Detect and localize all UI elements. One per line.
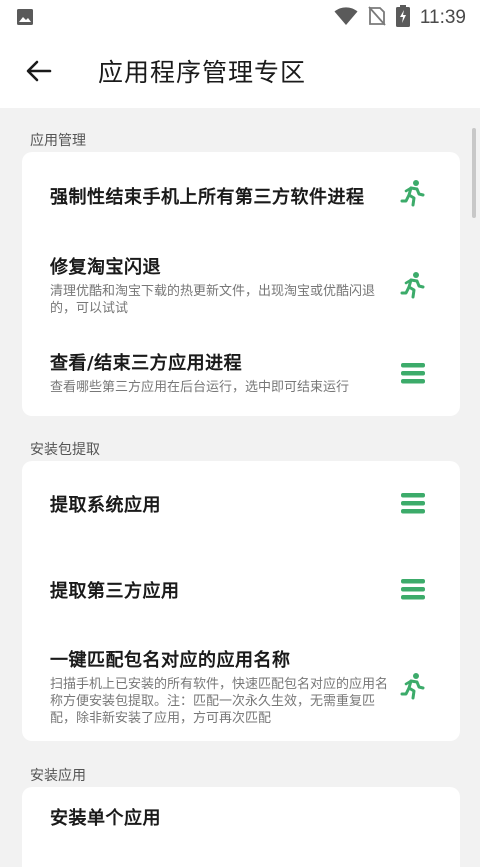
card-package-extract: 提取系统应用 提取第三方应用 一键匹配包名对应的应用名称 扫描手机上已安装的所有…: [22, 461, 460, 741]
wifi-icon: [334, 6, 358, 30]
item-description: 查看哪些第三方应用在后台运行，选中即可结束运行: [50, 380, 350, 395]
card-install-apps: 安装单个应用: [22, 787, 460, 867]
menu-icon[interactable]: [398, 488, 428, 518]
back-button[interactable]: [22, 54, 56, 88]
item-description: 清理优酷和淘宝下载的热更新文件，出现淘宝或优酷闪退的，可以试试: [50, 284, 376, 316]
item-title: 安装单个应用: [50, 808, 161, 829]
list-item-extract-system-apps[interactable]: 提取系统应用: [22, 461, 460, 547]
scrollbar[interactable]: [472, 128, 476, 218]
item-title: 一键匹配包名对应的应用名称: [50, 650, 291, 671]
status-bar: 11:39: [0, 0, 480, 36]
item-title: 提取系统应用: [50, 495, 161, 516]
list-item-install-single-app[interactable]: 安装单个应用: [22, 787, 460, 853]
menu-icon[interactable]: [398, 358, 428, 388]
arrow-left-icon: [26, 60, 52, 82]
battery-charging-icon: [395, 5, 410, 31]
no-sim-icon: [368, 6, 386, 30]
item-title: 强制性结束手机上所有第三方软件进程: [50, 187, 365, 208]
status-icons: 11:39: [334, 5, 466, 31]
card-app-management: 强制性结束手机上所有第三方软件进程 修复淘宝闪退 清理优酷和淘宝下载的热更新文件…: [22, 152, 460, 416]
menu-icon[interactable]: [398, 574, 428, 604]
item-title: 提取第三方应用: [50, 581, 180, 602]
item-title: 修复淘宝闪退: [50, 257, 161, 278]
section-header-package-extract: 安装包提取: [30, 442, 100, 458]
run-icon[interactable]: [398, 270, 428, 300]
list-item-extract-third-party-apps[interactable]: 提取第三方应用: [22, 547, 460, 633]
item-description: 扫描手机上已安装的所有软件，快速匹配包名对应的应用名称方便安装包提取。注：匹配一…: [50, 677, 389, 726]
item-title: 查看/结束三方应用进程: [50, 353, 243, 374]
list-item-view-processes[interactable]: 查看/结束三方应用进程 查看哪些第三方应用在后台运行，选中即可结束运行: [22, 332, 460, 416]
section-header-app-management: 应用管理: [30, 133, 86, 149]
list-item-match-package-names[interactable]: 一键匹配包名对应的应用名称 扫描手机上已安装的所有软件，快速匹配包名对应的应用名…: [22, 633, 460, 741]
status-time: 11:39: [419, 7, 466, 28]
section-header-install-apps: 安装应用: [30, 768, 86, 784]
gallery-icon: [16, 8, 34, 26]
run-icon[interactable]: [398, 178, 428, 208]
list-item-fix-taobao-crash[interactable]: 修复淘宝闪退 清理优酷和淘宝下载的热更新文件，出现淘宝或优酷闪退的，可以试试: [22, 236, 460, 332]
list-item-force-stop-all[interactable]: 强制性结束手机上所有第三方软件进程: [22, 152, 460, 236]
run-icon[interactable]: [398, 671, 428, 701]
page-title: 应用程序管理专区: [98, 58, 307, 87]
app-bar: 应用程序管理专区: [0, 36, 480, 108]
